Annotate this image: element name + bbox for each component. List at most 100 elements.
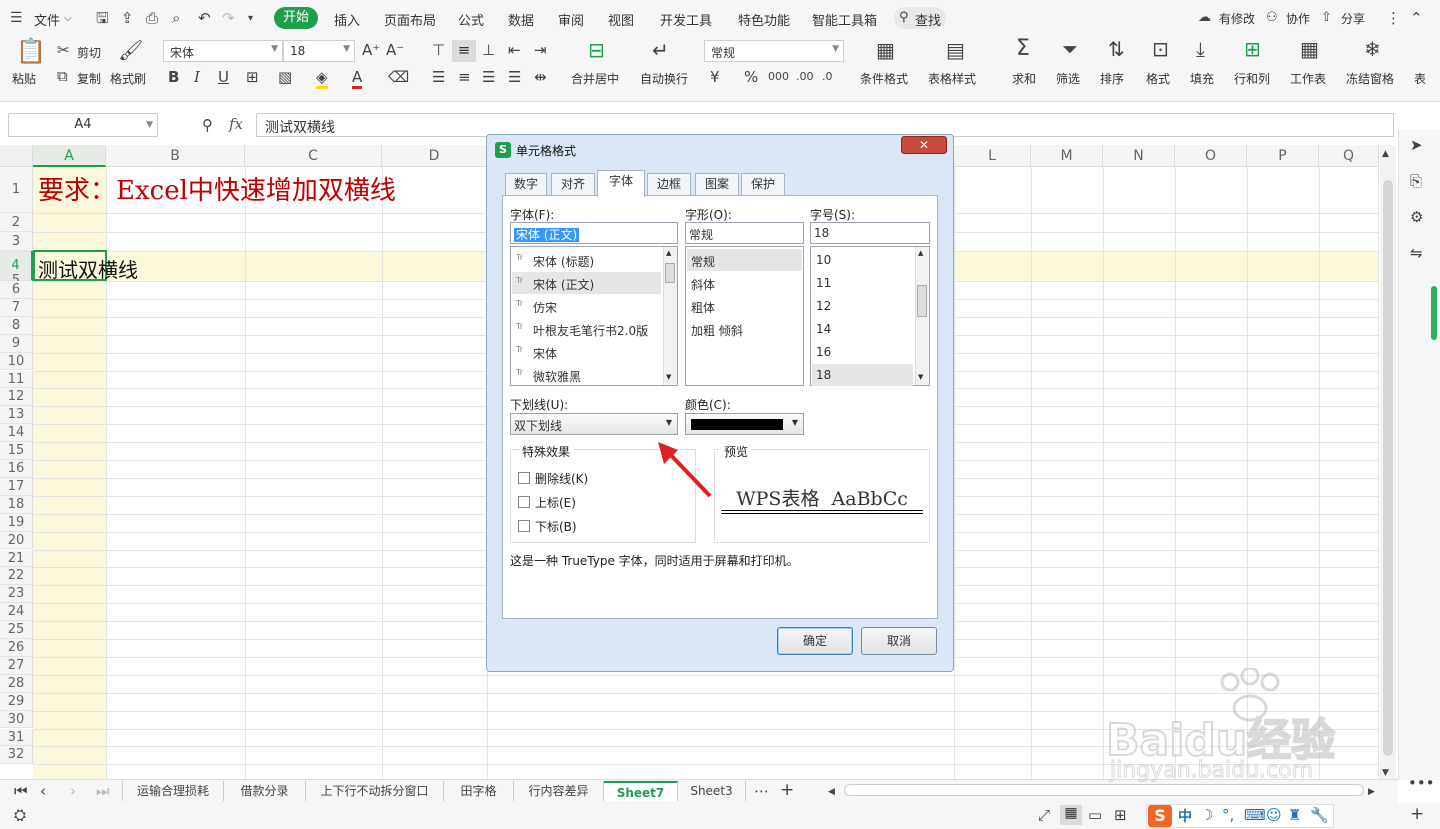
ime-mode[interactable]: 中: [1178, 806, 1192, 826]
font-list-item[interactable]: Tr 仿宋: [512, 295, 661, 317]
row-col-icon[interactable]: ⊞: [1244, 39, 1261, 59]
font-size-select[interactable]: 18 ▼: [283, 40, 355, 62]
settings-sliders-icon[interactable]: ⚙: [1410, 208, 1423, 226]
style-list-item[interactable]: 加粗 倾斜: [687, 318, 802, 340]
column-header-n[interactable]: N: [1103, 145, 1175, 167]
increase-decimal-icon[interactable]: .00: [796, 68, 814, 86]
column-header-c[interactable]: C: [245, 145, 382, 167]
scroll-thumb[interactable]: [1383, 180, 1393, 756]
percent-icon[interactable]: %: [744, 68, 758, 86]
indent-decrease-icon[interactable]: ⇤: [508, 41, 521, 59]
size-list[interactable]: 10 11 12 14 16 18 ▲ ▼: [810, 246, 930, 386]
indent-increase-icon[interactable]: ⇥: [534, 41, 547, 59]
next-sheet-icon[interactable]: ›: [70, 782, 76, 800]
size-list-item[interactable]: 18: [812, 364, 913, 386]
fx-label[interactable]: fx: [229, 115, 243, 133]
cell-a1[interactable]: 要求：Excel中快速增加双横线: [38, 170, 396, 207]
decrease-decimal-icon[interactable]: .0: [822, 68, 833, 86]
tab-border[interactable]: 边框: [647, 173, 691, 196]
hscroll-left-icon[interactable]: ◀: [828, 783, 835, 801]
select-cursor-icon[interactable]: ➤: [1410, 136, 1423, 154]
paste-button[interactable]: 粘贴: [12, 70, 36, 87]
tab-view[interactable]: 视图: [608, 10, 634, 29]
select-all-corner[interactable]: [0, 145, 33, 167]
font-input[interactable]: 宋体 (正文): [510, 222, 678, 244]
row-header[interactable]: 27: [0, 656, 33, 675]
scissors-icon[interactable]: ✂: [57, 41, 70, 59]
column-header-a[interactable]: A: [33, 145, 106, 167]
row-header[interactable]: 11: [0, 370, 33, 389]
sum-icon[interactable]: Σ: [1016, 38, 1030, 60]
distributed-icon[interactable]: ⇹: [534, 68, 547, 86]
copy-button[interactable]: 复制: [77, 70, 101, 87]
tab-data[interactable]: 数据: [508, 10, 534, 29]
more-sheets-icon[interactable]: ⋯: [754, 782, 769, 800]
last-sheet-icon[interactable]: ⏭: [96, 782, 110, 800]
clipboard-icon[interactable]: ⎘: [1410, 172, 1422, 190]
fullscreen-icon[interactable]: ⤢: [1038, 806, 1050, 824]
row-header[interactable]: 30: [0, 710, 33, 729]
collapse-ribbon-icon[interactable]: ⌃: [1410, 9, 1423, 27]
zoom-icon[interactable]: ⚲: [202, 116, 213, 134]
align-bottom-icon[interactable]: ⊥: [482, 41, 495, 59]
shirt-icon[interactable]: ♜: [1288, 806, 1301, 824]
cell-a4[interactable]: 测试双横线: [38, 254, 138, 283]
share-button[interactable]: 分享: [1341, 10, 1365, 27]
row-header[interactable]: 25: [0, 621, 33, 639]
font-name-select[interactable]: 宋体 ▼: [163, 40, 283, 62]
row-header[interactable]: 18: [0, 495, 33, 514]
size-input[interactable]: 18: [810, 222, 930, 244]
font-list-item[interactable]: Tr 宋体: [512, 341, 661, 363]
scroll-down-icon[interactable]: ▼: [666, 373, 671, 381]
print-preview-icon[interactable]: ⌕: [172, 9, 180, 27]
tab-protection[interactable]: 保护: [741, 173, 785, 196]
file-menu[interactable]: 文件: [34, 10, 60, 29]
style-list-item[interactable]: 粗体: [687, 295, 802, 317]
format-icon[interactable]: ⊡: [1152, 39, 1169, 59]
transform-icon[interactable]: ⇋: [1410, 244, 1423, 262]
sheet-tab[interactable]: Sheet3: [678, 781, 746, 801]
modified-status[interactable]: 有修改: [1219, 10, 1255, 27]
size-list-item[interactable]: 12: [812, 295, 913, 317]
side-slider[interactable]: [1431, 286, 1437, 340]
row-header[interactable]: 7: [0, 298, 33, 317]
row-header[interactable]: 1: [0, 167, 33, 213]
row-header[interactable]: 22: [0, 567, 33, 586]
tab-developer[interactable]: 开发工具: [660, 10, 712, 29]
undo-icon[interactable]: ↶: [198, 9, 211, 27]
increase-font-icon[interactable]: A⁺: [362, 41, 380, 59]
align-left-icon[interactable]: ☰: [432, 68, 445, 86]
cancel-button[interactable]: 取消: [861, 627, 937, 655]
print-icon[interactable]: ⎙: [146, 9, 158, 27]
more-vertical-icon[interactable]: ⋮: [1386, 9, 1401, 27]
fill-icon[interactable]: ⤓: [1196, 39, 1205, 59]
fill-button[interactable]: 填充: [1190, 70, 1214, 87]
column-header-p[interactable]: P: [1247, 145, 1319, 167]
size-list-thumb[interactable]: [917, 285, 927, 317]
name-box[interactable]: A4 ▼: [8, 113, 158, 137]
menu-icon[interactable]: ☰: [10, 9, 23, 27]
tab-insert[interactable]: 插入: [334, 10, 360, 29]
format-painter-button[interactable]: 格式刷: [110, 70, 146, 87]
quick-access-more-icon[interactable]: ▾: [248, 10, 253, 28]
row-header[interactable]: 9: [0, 334, 33, 353]
column-header-l[interactable]: L: [954, 145, 1031, 167]
align-top-icon[interactable]: ⊤: [432, 41, 445, 59]
scroll-up-icon[interactable]: ▲: [1382, 145, 1389, 163]
align-middle-icon[interactable]: ≡: [452, 40, 476, 62]
save-icon[interactable]: 🖫: [96, 9, 109, 27]
font-color-icon[interactable]: A: [352, 68, 363, 89]
tab-page-layout[interactable]: 页面布局: [384, 10, 436, 29]
row-header[interactable]: 10: [0, 352, 33, 371]
color-select[interactable]: ▼: [685, 413, 804, 435]
add-sheet-icon[interactable]: +: [780, 781, 794, 799]
tab-review[interactable]: 审阅: [558, 10, 584, 29]
size-list-item[interactable]: 16: [812, 341, 913, 363]
row-header[interactable]: 28: [0, 674, 33, 693]
column-header-q[interactable]: Q: [1319, 145, 1379, 167]
row-header[interactable]: 21: [0, 549, 33, 568]
scroll-up-icon[interactable]: ▲: [666, 249, 671, 257]
ime-toolbar[interactable]: [1146, 804, 1334, 828]
collab-button[interactable]: 协作: [1286, 10, 1310, 27]
row-header[interactable]: 6: [0, 281, 33, 299]
